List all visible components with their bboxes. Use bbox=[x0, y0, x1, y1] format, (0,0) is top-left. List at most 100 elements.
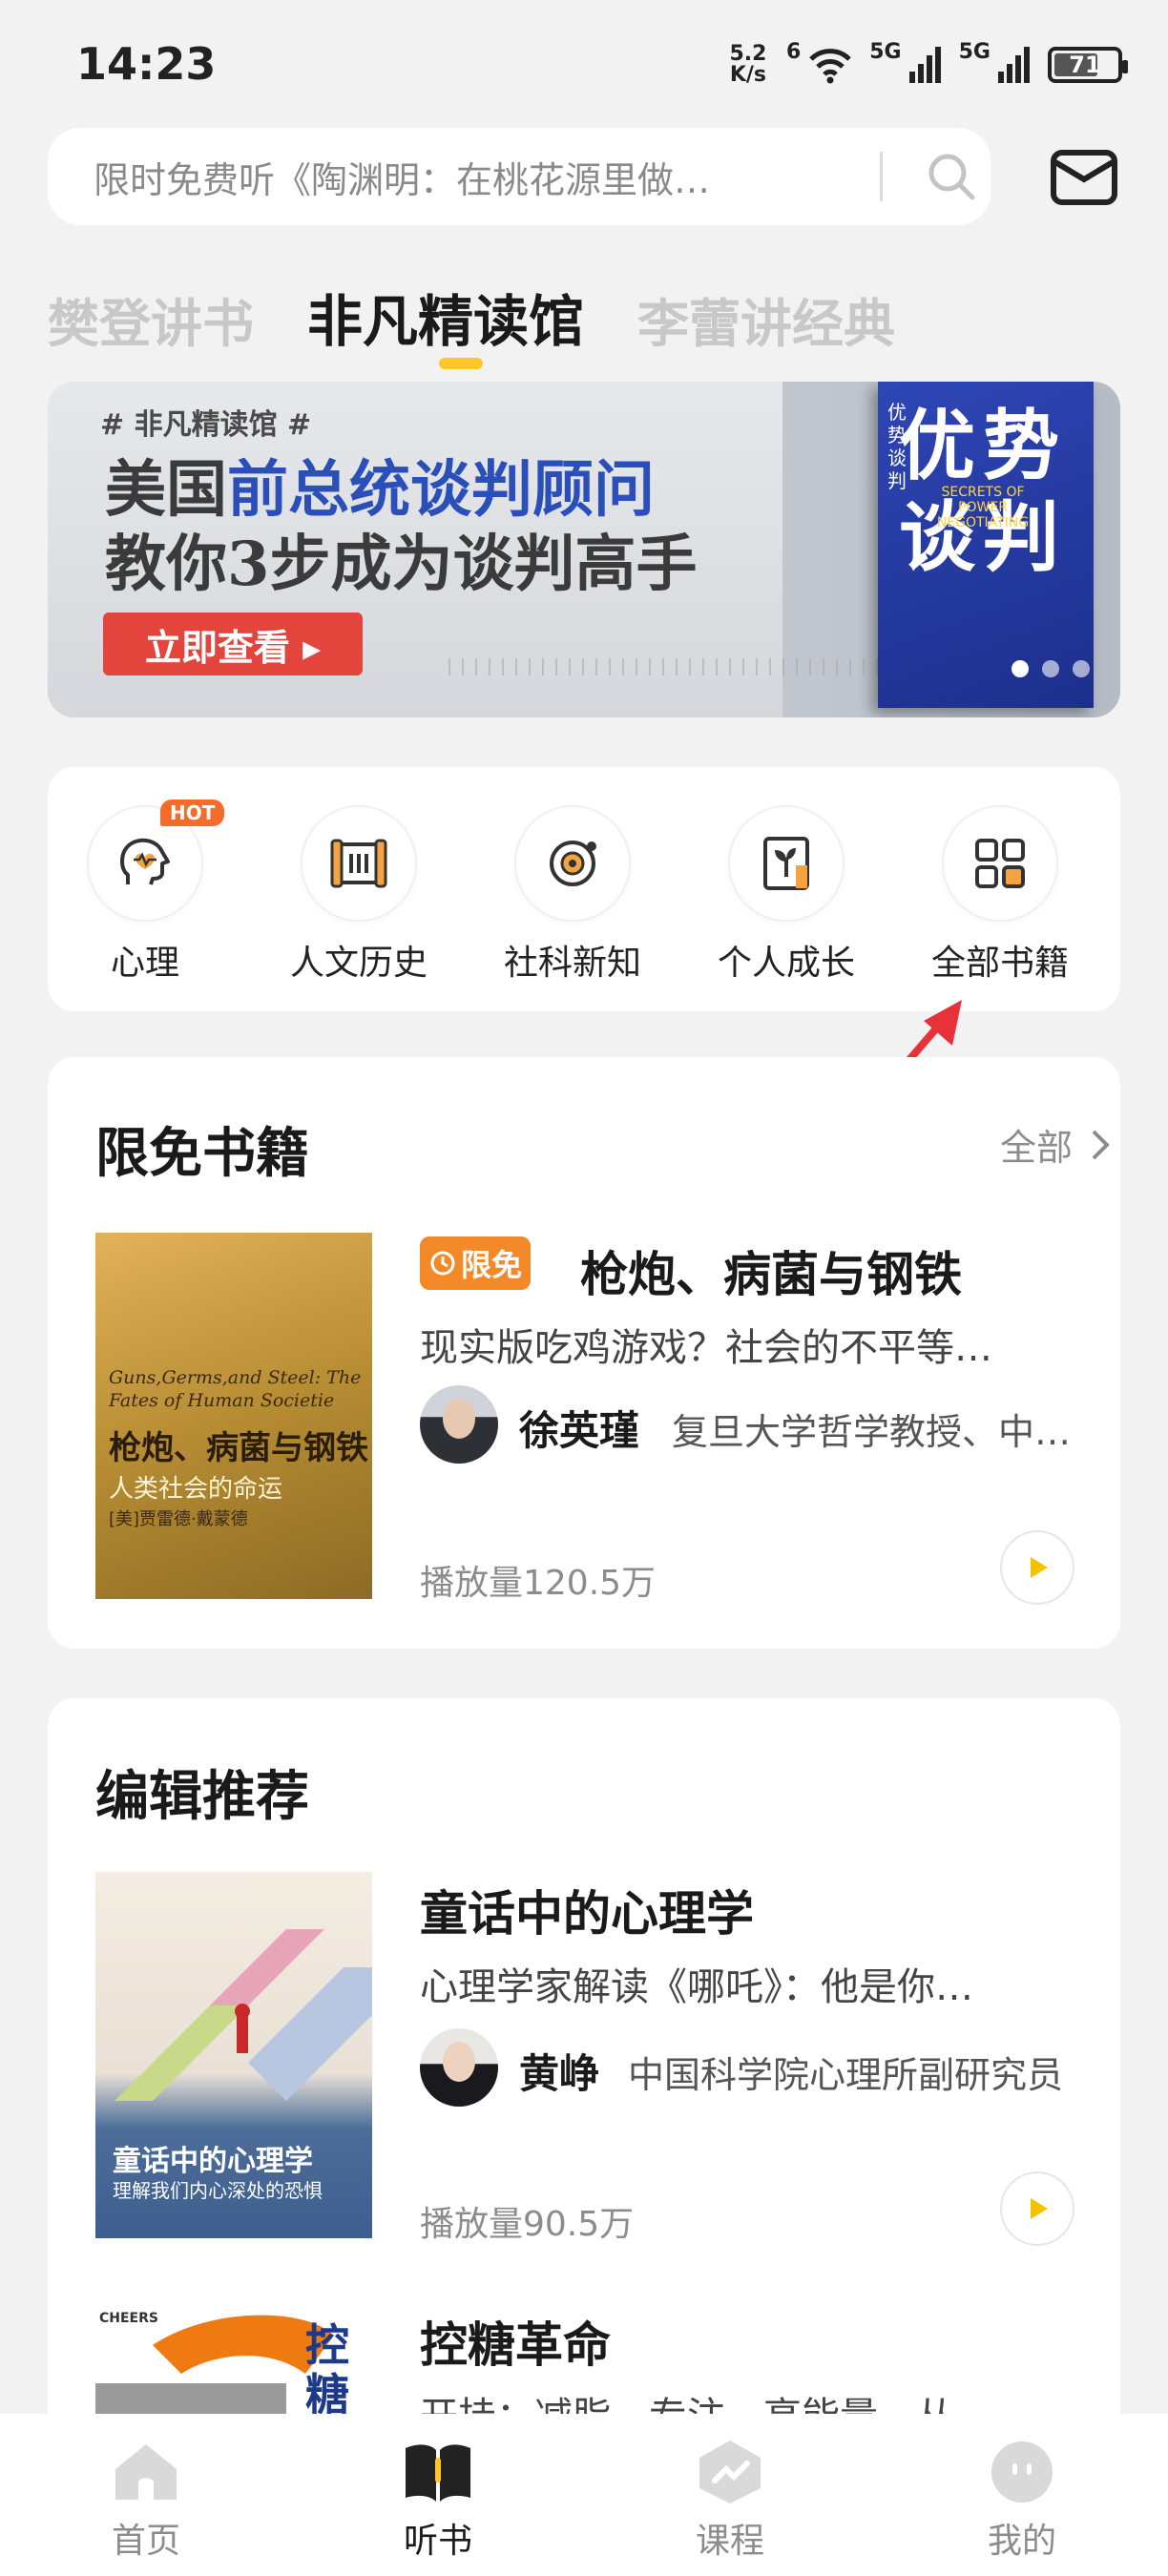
grid-icon bbox=[975, 839, 1025, 888]
category-label: 社科新知 bbox=[503, 944, 641, 983]
play-count: 播放量90.5万 bbox=[420, 2205, 635, 2244]
tab-fandeng[interactable]: 樊登讲书 bbox=[48, 281, 254, 357]
banner-dot bbox=[1042, 660, 1059, 677]
banner-dot bbox=[1073, 660, 1090, 677]
category-label: 全部书籍 bbox=[930, 944, 1069, 983]
banner-dot bbox=[1012, 660, 1029, 677]
category-icon-wrap bbox=[942, 805, 1058, 922]
book-description: 心理学家解读《哪吒》：他是你… bbox=[420, 1965, 973, 2009]
sim1-label: 5G bbox=[869, 40, 902, 64]
cover-publisher: CHEERS bbox=[99, 2311, 158, 2326]
banner-tag: # 非凡精读馆 # bbox=[100, 408, 312, 442]
book-cover-sugar-control[interactable]: CHEERS 控糖 bbox=[95, 2307, 372, 2421]
tab-feifan[interactable]: 非凡精读馆 bbox=[307, 277, 584, 357]
sprout-book-icon bbox=[763, 837, 809, 890]
book-title[interactable]: 控糖革命 bbox=[420, 2307, 611, 2376]
cover-title: 童话中的心理学 bbox=[113, 2145, 313, 2178]
book-title[interactable]: 童话中的心理学 bbox=[420, 1876, 754, 1944]
tab-lilei[interactable]: 李蕾讲经典 bbox=[637, 281, 895, 357]
status-icons: 5.2 K/s 6 5G 5G 71 bbox=[727, 36, 1128, 93]
avatar bbox=[420, 1385, 498, 1464]
active-tab-indicator bbox=[439, 358, 483, 369]
search-divider bbox=[880, 152, 883, 201]
hot-badge: HOT bbox=[160, 800, 225, 826]
cover-title: 控糖 bbox=[305, 2319, 349, 2420]
author-name: 黄峥 bbox=[517, 2042, 599, 2102]
sim2-label: 5G bbox=[958, 40, 991, 64]
bottom-nav: 首页 听书 课程 我的 bbox=[0, 2414, 1168, 2576]
banner-pagination bbox=[1012, 660, 1090, 677]
nav-label: 听书 bbox=[403, 2522, 472, 2561]
orbit-icon bbox=[550, 841, 596, 886]
net-speed: 5.2 K/s bbox=[729, 42, 767, 87]
battery-icon: 71 bbox=[1048, 47, 1128, 83]
play-icon bbox=[1031, 2198, 1048, 2219]
free-badge: 限免 bbox=[420, 1236, 531, 1290]
category-humanities-history[interactable]: 人文历史 bbox=[273, 805, 445, 985]
play-count: 播放量120.5万 bbox=[420, 1564, 657, 1603]
category-personal-growth[interactable]: 个人成长 bbox=[700, 805, 872, 985]
cover-illustration bbox=[115, 1929, 372, 2101]
category-label: 个人成长 bbox=[717, 944, 855, 983]
free-books-all-link[interactable]: 全部 bbox=[1000, 1118, 1111, 1171]
cover-english-title: Guns,Germs,and Steel: The Fates of Human… bbox=[109, 1367, 362, 1411]
banner-view-button[interactable]: 立即查看 ▸ bbox=[103, 613, 363, 675]
promo-banner[interactable]: # 非凡精读馆 # 美国前总统谈判顾问 教你3步成为谈判高手 立即查看 ▸ 优势… bbox=[48, 382, 1120, 717]
status-time: 14:23 bbox=[76, 38, 217, 90]
banner-book-cover: 优势谈判 优势谈判 SECRETS OF POWER NEGOTIATING bbox=[878, 382, 1094, 708]
head-heart-icon bbox=[120, 838, 170, 885]
search-bar[interactable]: 限时免费听《陶渊明：在桃花源里做… bbox=[48, 128, 991, 225]
book-cover-fairy-psychology[interactable]: 童话中的心理学 理解我们内心深处的恐惧 bbox=[95, 1872, 372, 2238]
book-subtitle: SECRETS OF POWER NEGOTIATING bbox=[936, 485, 1030, 530]
editor-picks-title: 编辑推荐 bbox=[95, 1765, 309, 1828]
category-label: 人文历史 bbox=[289, 944, 428, 983]
author-title: 中国科学院心理所副研究员 bbox=[628, 2054, 1064, 2096]
book-description: 现实版吃鸡游戏？社会的不平等… bbox=[420, 1326, 992, 1370]
chevron-right-icon bbox=[1092, 1130, 1110, 1159]
avatar-face bbox=[443, 2042, 475, 2082]
cover-chinese-title: 枪炮、病菌与钢铁 bbox=[109, 1429, 368, 1467]
wifi-label: 6 bbox=[785, 40, 802, 64]
open-book-icon bbox=[406, 2444, 470, 2502]
timer-icon bbox=[430, 1251, 455, 1276]
search-placeholder[interactable]: 限时免费听《陶渊明：在桃花源里做… bbox=[94, 151, 866, 203]
nav-label: 我的 bbox=[987, 2522, 1056, 2561]
book-title[interactable]: 枪炮、病菌与钢铁 bbox=[580, 1236, 962, 1305]
cover-subtitle: 理解我们内心深处的恐惧 bbox=[113, 2179, 323, 2202]
nav-course[interactable]: 课程 bbox=[635, 2439, 825, 2563]
nav-home[interactable]: 首页 bbox=[51, 2439, 241, 2563]
category-icon-wrap bbox=[514, 805, 631, 922]
banner-headline-2: 教你3步成为谈判高手 bbox=[105, 529, 698, 600]
category-grid: 心理 HOT 人文历史 社科新知 个人成长 全部书籍 bbox=[48, 767, 1120, 1011]
nav-profile[interactable]: 我的 bbox=[927, 2439, 1117, 2563]
signal-icon bbox=[998, 47, 1030, 83]
category-icon-wrap bbox=[301, 805, 417, 922]
category-all-books[interactable]: 全部书籍 bbox=[914, 805, 1086, 985]
cover-subtitle: 人类社会的命运 bbox=[109, 1475, 283, 1504]
category-label: 心理 bbox=[110, 944, 179, 983]
play-button[interactable] bbox=[1000, 1530, 1074, 1605]
author-name: 徐英瑾 bbox=[517, 1399, 639, 1459]
category-psychology[interactable]: 心理 bbox=[59, 805, 231, 985]
nav-listen[interactable]: 听书 bbox=[343, 2439, 533, 2563]
nav-label: 课程 bbox=[695, 2522, 764, 2561]
course-icon bbox=[699, 2441, 761, 2503]
category-social-science[interactable]: 社科新知 bbox=[487, 805, 658, 985]
cover-author: [美]贾雷德·戴蒙德 bbox=[109, 1509, 248, 1529]
home-icon bbox=[115, 2444, 177, 2500]
free-books-title: 限免书籍 bbox=[95, 1122, 309, 1185]
book-cover-guns-germs[interactable]: Guns,Germs,and Steel: The Fates of Human… bbox=[95, 1233, 372, 1599]
scroll-icon bbox=[330, 839, 387, 888]
avatar-face bbox=[443, 1399, 475, 1439]
category-icon-wrap bbox=[728, 805, 845, 922]
wifi-icon bbox=[809, 49, 852, 84]
category-tabs: 樊登讲书 非凡精读馆 李蕾讲经典 bbox=[48, 277, 895, 357]
profile-icon bbox=[991, 2441, 1053, 2503]
nav-label: 首页 bbox=[111, 2522, 180, 2561]
search-icon[interactable] bbox=[923, 148, 980, 205]
play-icon bbox=[1031, 1557, 1048, 1578]
avatar bbox=[420, 2028, 498, 2107]
mail-icon[interactable] bbox=[1050, 149, 1118, 206]
play-button[interactable] bbox=[1000, 2171, 1074, 2246]
author-title: 复旦大学哲学教授、中… bbox=[672, 1411, 1072, 1453]
